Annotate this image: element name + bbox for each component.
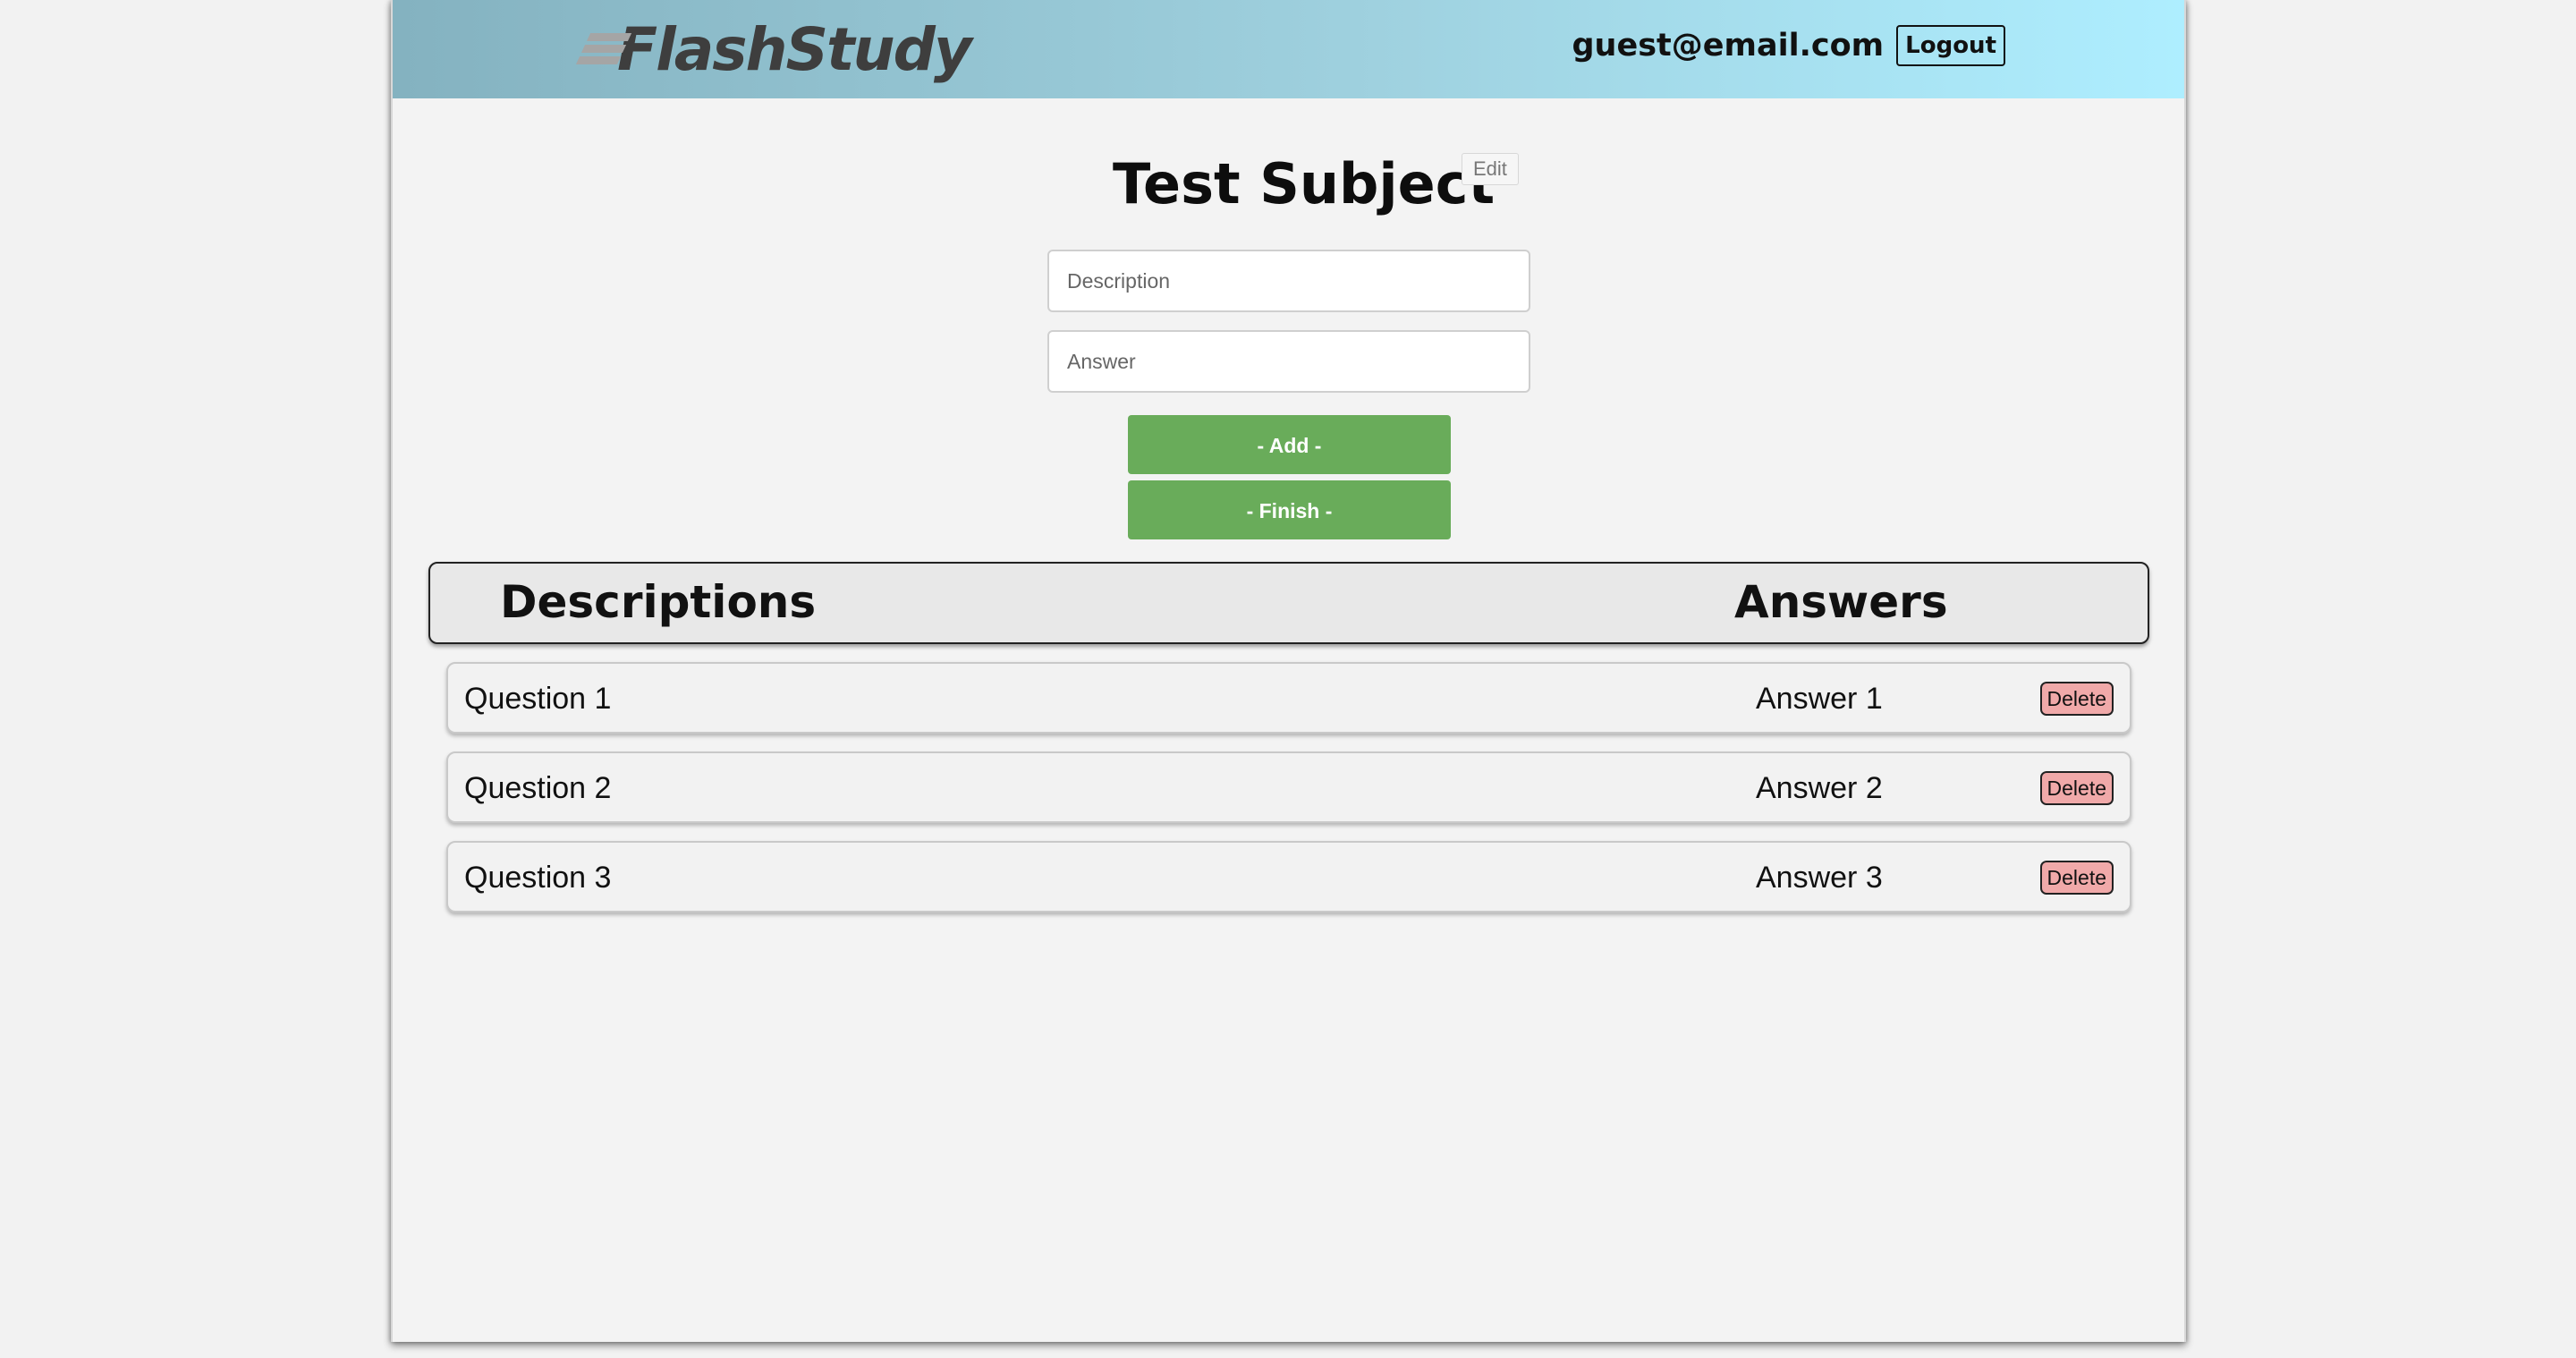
table-header: Descriptions Answers <box>428 562 2149 644</box>
row-question: Question 3 <box>464 861 612 895</box>
flashstudy-logo[interactable]: FlashStudy <box>575 15 972 84</box>
user-area: guest@email.com Logout <box>1572 25 2005 66</box>
table-row: Question 1 Answer 1 Delete <box>446 662 2131 734</box>
answer-input[interactable] <box>1047 330 1530 393</box>
answers-column-header: Answers <box>1734 576 1948 628</box>
logo-speed-lines-icon <box>575 28 632 72</box>
user-email: guest@email.com <box>1572 28 1885 64</box>
table-row: Question 2 Answer 2 Delete <box>446 751 2131 823</box>
app-page: FlashStudy guest@email.com Logout Test S… <box>391 0 2186 1342</box>
edit-title-button[interactable]: Edit <box>1462 153 1519 185</box>
top-header: FlashStudy guest@email.com Logout <box>393 0 2184 98</box>
logo-text: FlashStudy <box>617 15 972 84</box>
delete-button[interactable]: Delete <box>2039 682 2114 716</box>
description-input[interactable] <box>1047 250 1530 312</box>
page-title: Test Subject <box>1113 151 1496 216</box>
row-answer: Answer 1 <box>1756 682 1883 716</box>
delete-button[interactable]: Delete <box>2039 771 2114 805</box>
add-button[interactable]: - Add - <box>1128 415 1451 474</box>
logout-button[interactable]: Logout <box>1896 25 2005 66</box>
row-question: Question 2 <box>464 771 612 805</box>
row-question: Question 1 <box>464 682 612 716</box>
subject-title-row: Test Subject Edit <box>393 148 2184 219</box>
row-answer: Answer 3 <box>1756 861 1883 895</box>
finish-button[interactable]: - Finish - <box>1128 480 1451 539</box>
table-row: Question 3 Answer 3 Delete <box>446 841 2131 912</box>
row-answer: Answer 2 <box>1756 771 1883 805</box>
descriptions-column-header: Descriptions <box>500 576 817 628</box>
delete-button[interactable]: Delete <box>2039 861 2114 895</box>
